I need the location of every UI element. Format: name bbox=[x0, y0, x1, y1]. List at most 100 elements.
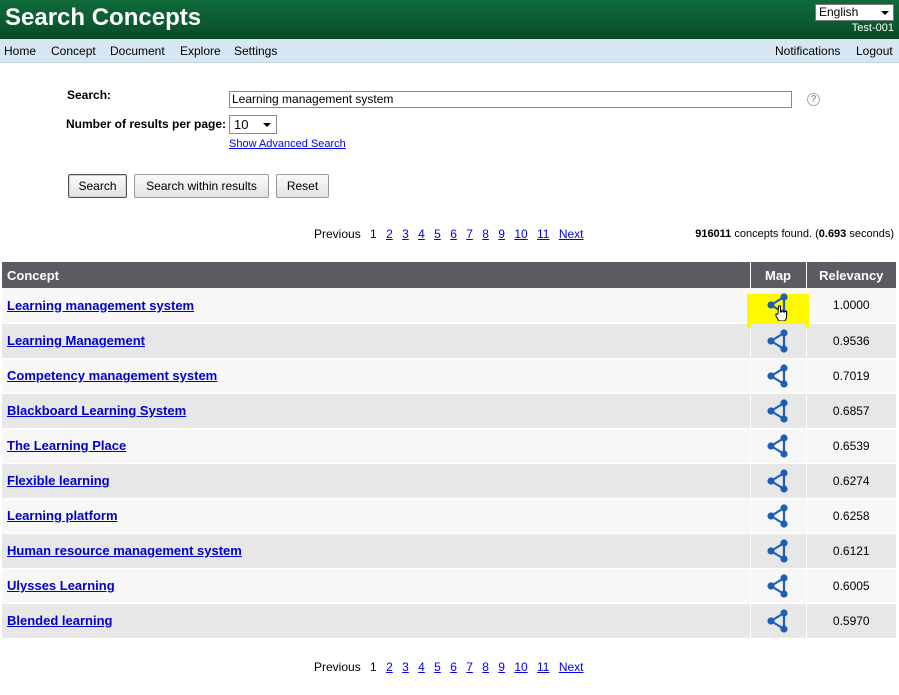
network-map-icon[interactable] bbox=[766, 468, 791, 496]
map-cell bbox=[750, 463, 807, 499]
network-map-icon[interactable] bbox=[766, 433, 791, 461]
map-cell bbox=[750, 428, 807, 464]
search-button[interactable]: Search bbox=[68, 174, 127, 198]
pagination-page[interactable]: 4 bbox=[418, 227, 425, 241]
nav-explore[interactable]: Explore bbox=[180, 44, 221, 58]
nav-settings[interactable]: Settings bbox=[234, 44, 277, 58]
results-table: Concept Map Relevancy Learning managemen… bbox=[2, 262, 896, 639]
concept-link[interactable]: Learning Management bbox=[7, 333, 145, 348]
pagination-page[interactable]: 6 bbox=[450, 660, 457, 674]
table-row: Blackboard Learning System 0.6857 bbox=[2, 393, 896, 429]
network-map-icon[interactable] bbox=[766, 608, 791, 636]
concept-cell: Flexible learning bbox=[2, 463, 751, 499]
concept-link[interactable]: Human resource management system bbox=[7, 543, 242, 558]
pagination-page[interactable]: 11 bbox=[537, 227, 549, 241]
pagination-next[interactable]: Next bbox=[559, 660, 584, 674]
column-header-relevancy: Relevancy bbox=[806, 262, 896, 288]
concept-link[interactable]: Competency management system bbox=[7, 368, 217, 383]
search-within-results-button[interactable]: Search within results bbox=[134, 174, 269, 198]
table-header-row: Concept Map Relevancy bbox=[2, 262, 896, 288]
relevancy-cell: 0.6121 bbox=[806, 533, 896, 569]
pagination-page[interactable]: 9 bbox=[498, 227, 505, 241]
pagination-page[interactable]: 7 bbox=[466, 227, 473, 241]
map-cell-wrap bbox=[751, 394, 806, 428]
relevancy-cell: 1.0000 bbox=[806, 288, 896, 324]
relevancy-cell: 0.7019 bbox=[806, 358, 896, 394]
concept-link[interactable]: Flexible learning bbox=[7, 473, 110, 488]
map-cell-wrap bbox=[751, 569, 806, 603]
map-cell-wrap bbox=[751, 324, 806, 358]
results-count-text: concepts found. ( bbox=[731, 228, 819, 240]
network-map-icon[interactable] bbox=[766, 398, 791, 426]
relevancy-cell: 0.9536 bbox=[806, 323, 896, 359]
concept-cell: Learning management system bbox=[2, 288, 751, 324]
nav-concept[interactable]: Concept bbox=[51, 44, 96, 58]
concept-cell: Blackboard Learning System bbox=[2, 393, 751, 429]
pagination-page[interactable]: 2 bbox=[386, 660, 393, 674]
pagination-page[interactable]: 2 bbox=[386, 227, 393, 241]
map-cell bbox=[750, 323, 807, 359]
search-label: Search: bbox=[67, 88, 112, 102]
nav-logout[interactable]: Logout bbox=[856, 44, 893, 58]
network-map-icon[interactable] bbox=[766, 328, 791, 356]
show-advanced-search-link[interactable]: Show Advanced Search bbox=[229, 138, 346, 150]
concept-link[interactable]: Blended learning bbox=[7, 613, 112, 628]
concept-link[interactable]: Blackboard Learning System bbox=[7, 403, 186, 418]
nav-home[interactable]: Home bbox=[4, 44, 36, 58]
chevron-down-icon bbox=[263, 123, 271, 127]
nav-notifications[interactable]: Notifications bbox=[775, 44, 840, 58]
language-select[interactable]: English bbox=[815, 4, 894, 21]
search-input[interactable]: Learning management system bbox=[229, 91, 792, 108]
pagination-current: 1 bbox=[370, 660, 377, 674]
map-cell-wrap bbox=[751, 604, 806, 638]
concept-cell: Learning platform bbox=[2, 498, 751, 534]
relevancy-cell: 0.6005 bbox=[806, 568, 896, 604]
table-row: Competency management system 0.7019 bbox=[2, 358, 896, 394]
pagination-page[interactable]: 11 bbox=[537, 660, 549, 674]
column-header-concept: Concept bbox=[2, 262, 751, 288]
pagination-previous: Previous bbox=[314, 660, 361, 674]
map-cell bbox=[750, 358, 807, 394]
concept-link[interactable]: Learning platform bbox=[7, 508, 118, 523]
table-row: Flexible learning 0.6274 bbox=[2, 463, 896, 499]
pagination-page[interactable]: 10 bbox=[514, 660, 527, 674]
pagination-page[interactable]: 10 bbox=[514, 227, 527, 241]
network-map-icon[interactable] bbox=[766, 538, 791, 566]
pagination-page[interactable]: 6 bbox=[450, 227, 457, 241]
network-map-icon[interactable] bbox=[766, 503, 791, 531]
map-cell-wrap bbox=[751, 464, 806, 498]
relevancy-cell: 0.6274 bbox=[806, 463, 896, 499]
pagination-next[interactable]: Next bbox=[559, 227, 584, 241]
language-value: English bbox=[819, 5, 859, 19]
concept-cell: Human resource management system bbox=[2, 533, 751, 569]
pagination-page[interactable]: 5 bbox=[434, 227, 441, 241]
concept-link[interactable]: The Learning Place bbox=[7, 438, 126, 453]
table-row: Blended learning 0.5970 bbox=[2, 603, 896, 639]
pagination-page[interactable]: 4 bbox=[418, 660, 425, 674]
pagination-page[interactable]: 3 bbox=[402, 660, 409, 674]
results-per-page-select[interactable]: 10 bbox=[229, 115, 277, 134]
pagination-page[interactable]: 8 bbox=[482, 660, 489, 674]
reset-button[interactable]: Reset bbox=[276, 174, 329, 198]
concept-link[interactable]: Learning management system bbox=[7, 298, 194, 313]
pagination-page[interactable]: 9 bbox=[498, 660, 505, 674]
help-icon[interactable]: ? bbox=[807, 93, 820, 106]
map-cell-wrap bbox=[751, 359, 806, 393]
network-map-icon[interactable] bbox=[766, 363, 791, 391]
map-cell-wrap bbox=[751, 499, 806, 533]
concept-link[interactable]: Ulysses Learning bbox=[7, 578, 115, 593]
column-header-map: Map bbox=[750, 262, 807, 288]
pagination-page[interactable]: 8 bbox=[482, 227, 489, 241]
network-map-icon[interactable] bbox=[766, 573, 791, 601]
concept-cell: Competency management system bbox=[2, 358, 751, 394]
pagination-page[interactable]: 5 bbox=[434, 660, 441, 674]
map-cell-wrap bbox=[746, 288, 809, 329]
pagination-page[interactable]: 7 bbox=[466, 660, 473, 674]
pagination-bottom: Previous 1 2 3 4 5 6 7 8 9 10 11 Next bbox=[314, 660, 590, 674]
relevancy-cell: 0.6539 bbox=[806, 428, 896, 464]
map-cell bbox=[750, 603, 807, 639]
nav-document[interactable]: Document bbox=[110, 44, 165, 58]
pagination-page[interactable]: 3 bbox=[402, 227, 409, 241]
user-label: Test-001 bbox=[851, 22, 894, 34]
map-cell-wrap bbox=[751, 429, 806, 463]
